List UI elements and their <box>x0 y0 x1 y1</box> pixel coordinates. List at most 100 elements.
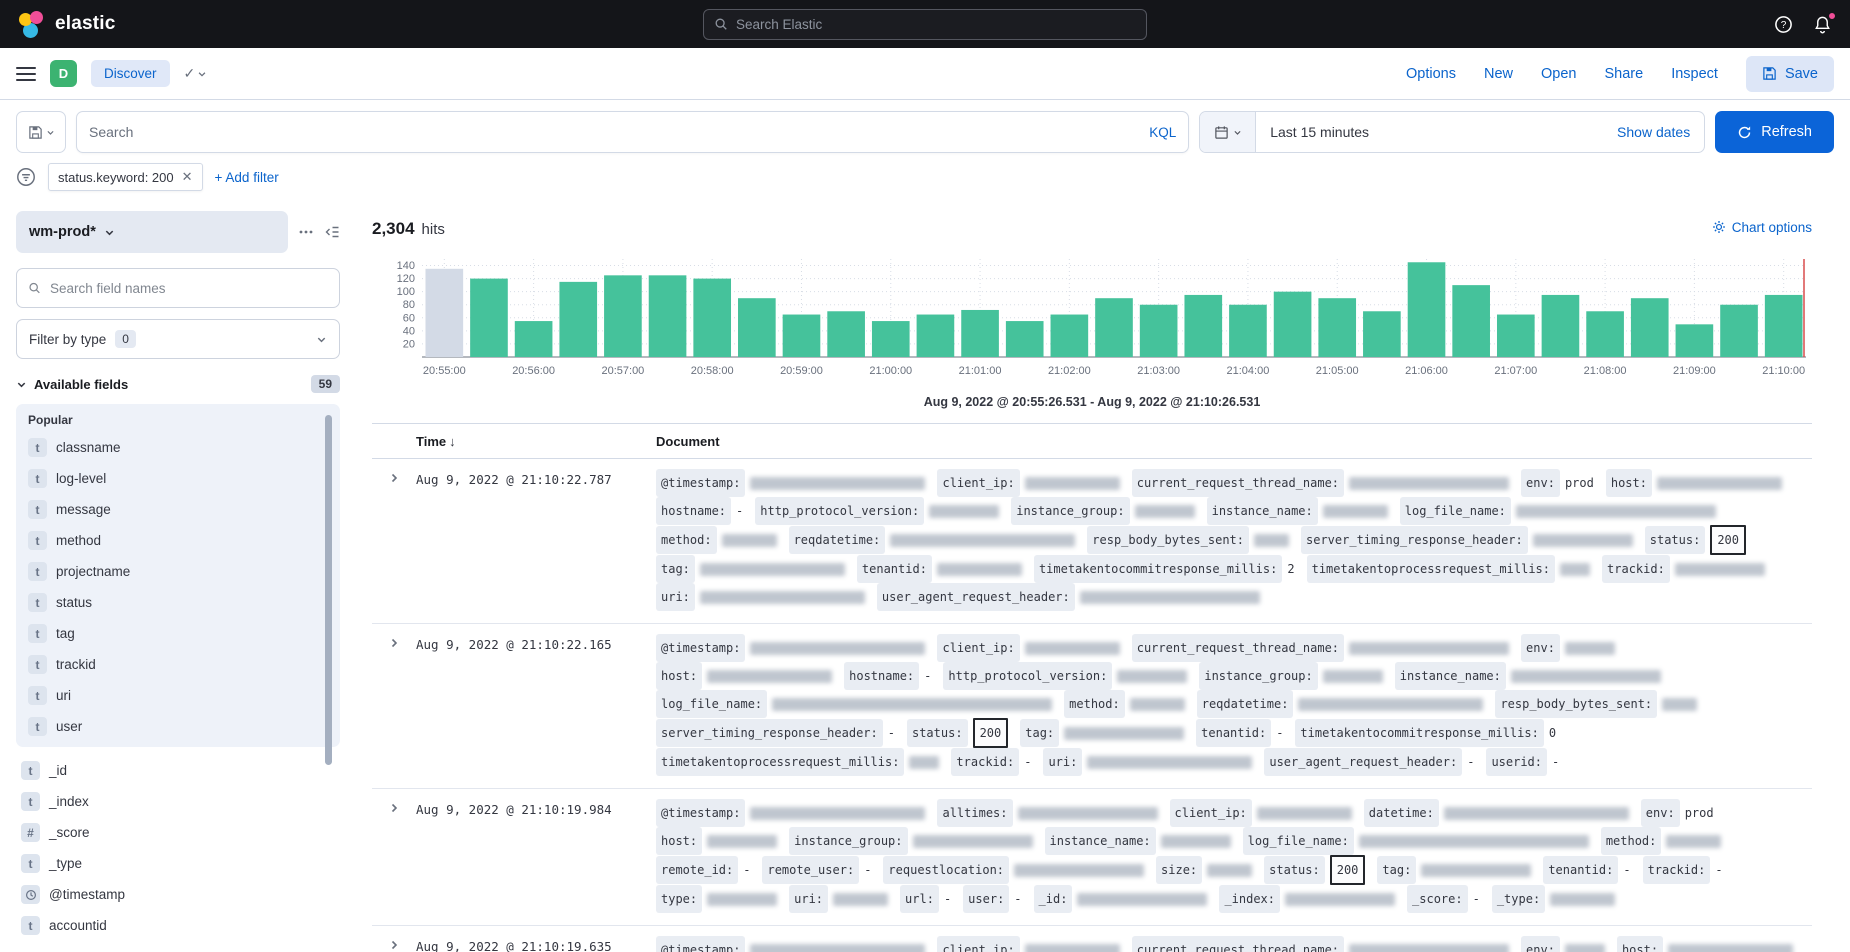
histogram-bar[interactable] <box>1274 292 1312 357</box>
field-list-item[interactable]: tprojectname <box>23 556 333 587</box>
redacted-value <box>1349 642 1509 655</box>
field-list-item[interactable]: tclassname <box>23 432 333 463</box>
field-list-item[interactable]: tstatus <box>23 587 333 618</box>
elastic-logo[interactable]: elastic <box>18 11 116 38</box>
field-list-item[interactable]: #_score <box>16 817 340 848</box>
sort-desc-icon[interactable]: ↓ <box>449 434 456 449</box>
histogram-bar[interactable] <box>1051 315 1089 357</box>
histogram-bar[interactable] <box>1497 315 1535 357</box>
histogram-bar[interactable] <box>827 311 865 357</box>
doc-field-label: log_file_name: <box>1400 497 1511 525</box>
histogram-bar[interactable] <box>426 269 464 357</box>
expand-row-button[interactable] <box>372 634 416 776</box>
options-link[interactable]: Options <box>1406 66 1456 82</box>
available-fields-header[interactable]: Available fields 59 <box>16 375 340 393</box>
date-quick-menu-button[interactable] <box>1200 112 1256 152</box>
histogram-bar[interactable] <box>1140 305 1178 357</box>
histogram-bar[interactable] <box>783 315 821 357</box>
histogram-bar[interactable] <box>1765 295 1803 357</box>
field-list-item[interactable]: tmethod <box>23 525 333 556</box>
histogram-bar[interactable] <box>961 310 999 357</box>
histogram-bar[interactable] <box>1586 311 1624 357</box>
new-link[interactable]: New <box>1484 66 1513 82</box>
histogram-bar[interactable] <box>1229 305 1267 357</box>
notifications-icon[interactable] <box>1813 15 1832 34</box>
help-icon[interactable]: ? <box>1774 15 1793 34</box>
time-range-value[interactable]: Last 15 minutes <box>1256 124 1369 140</box>
doc-field: timetakentocommitresponse_millis:2 <box>1034 555 1295 583</box>
field-list-item[interactable]: t_type <box>16 848 340 879</box>
histogram-bar[interactable] <box>1363 311 1401 357</box>
time-column-header[interactable]: Time↓ <box>416 434 656 449</box>
field-list-item[interactable]: taccountid <box>16 910 340 941</box>
histogram-bar[interactable] <box>693 279 731 357</box>
histogram-bar[interactable] <box>1676 324 1714 357</box>
global-search[interactable] <box>703 9 1147 40</box>
histogram-bar[interactable] <box>1720 305 1758 357</box>
histogram-bar[interactable] <box>604 275 642 357</box>
histogram-bar[interactable] <box>1184 295 1222 357</box>
filter-menu-icon[interactable] <box>16 167 36 187</box>
histogram-bar[interactable] <box>1408 262 1446 357</box>
histogram-bar[interactable] <box>1318 298 1356 357</box>
saved-search-menu[interactable]: ✓ <box>184 65 208 82</box>
histogram-bar[interactable] <box>872 321 910 357</box>
share-link[interactable]: Share <box>1604 66 1643 82</box>
doc-field-label: status: <box>907 719 968 747</box>
field-list-item[interactable]: tuser <box>23 711 333 742</box>
query-input[interactable] <box>89 124 1139 140</box>
inspect-link[interactable]: Inspect <box>1671 66 1718 82</box>
breadcrumb-discover[interactable]: Discover <box>91 60 170 87</box>
histogram-bar[interactable] <box>649 275 687 357</box>
histogram-bar[interactable] <box>1542 295 1580 357</box>
index-pattern-switcher[interactable]: wm-prod* <box>16 211 288 253</box>
doc-field-label: host: <box>656 662 702 690</box>
field-list-item[interactable]: turi <box>23 680 333 711</box>
add-filter-button[interactable]: + Add filter <box>215 170 279 185</box>
field-list-item[interactable]: ttag <box>23 618 333 649</box>
saved-query-menu-button[interactable] <box>16 111 66 153</box>
expand-row-button[interactable] <box>372 936 416 952</box>
histogram-bar[interactable] <box>515 321 553 357</box>
field-list-item[interactable]: tlog-level <box>23 463 333 494</box>
refresh-button[interactable]: Refresh <box>1715 111 1834 153</box>
redacted-value <box>1161 835 1231 848</box>
field-search-input[interactable] <box>50 281 328 296</box>
doc-field-value: - <box>1473 886 1480 912</box>
expand-row-button[interactable] <box>372 469 416 611</box>
menu-icon[interactable] <box>16 67 36 81</box>
sidebar-scrollbar[interactable] <box>325 415 332 765</box>
chart-options-button[interactable]: Chart options <box>1712 220 1812 235</box>
boxes-horizontal-icon[interactable] <box>298 224 314 240</box>
histogram-svg[interactable]: 2040608010012014020:55:0020:56:0020:57:0… <box>372 249 1812 391</box>
doc-field: status:200 <box>907 718 1008 748</box>
expand-row-button[interactable] <box>372 799 416 913</box>
histogram-bar[interactable] <box>1452 285 1490 357</box>
global-search-input[interactable] <box>736 17 1136 32</box>
field-list-item[interactable]: @timestamp <box>16 879 340 910</box>
field-list-item[interactable]: ttrackid <box>23 649 333 680</box>
histogram-bar[interactable] <box>738 298 776 357</box>
open-link[interactable]: Open <box>1541 66 1576 82</box>
histogram-bar[interactable] <box>917 315 955 357</box>
doc-field-label: http_protocol_version: <box>943 662 1112 690</box>
histogram-bar[interactable] <box>1631 298 1669 357</box>
histogram-bar[interactable] <box>1095 298 1133 357</box>
doc-field-value: - <box>743 857 750 883</box>
show-dates-button[interactable]: Show dates <box>1617 124 1704 140</box>
histogram-bar[interactable] <box>1006 321 1044 357</box>
field-list-item[interactable]: t_id <box>16 755 340 786</box>
kql-toggle[interactable]: KQL <box>1139 125 1176 140</box>
doc-field-label: server_timing_response_header: <box>1301 526 1528 554</box>
remove-filter-icon[interactable]: ✕ <box>182 169 193 185</box>
histogram-bar[interactable] <box>470 279 508 357</box>
histogram-bar[interactable] <box>559 282 597 357</box>
filter-pill-status[interactable]: status.keyword: 200 ✕ <box>48 163 203 191</box>
field-list-item[interactable]: tmessage <box>23 494 333 525</box>
collapse-sidebar-icon[interactable] <box>324 224 340 240</box>
filter-by-type-button[interactable]: Filter by type 0 <box>16 319 340 359</box>
space-avatar[interactable]: D <box>50 60 77 87</box>
save-button[interactable]: Save <box>1746 56 1834 92</box>
calendar-icon <box>1214 125 1229 140</box>
field-list-item[interactable]: t_index <box>16 786 340 817</box>
